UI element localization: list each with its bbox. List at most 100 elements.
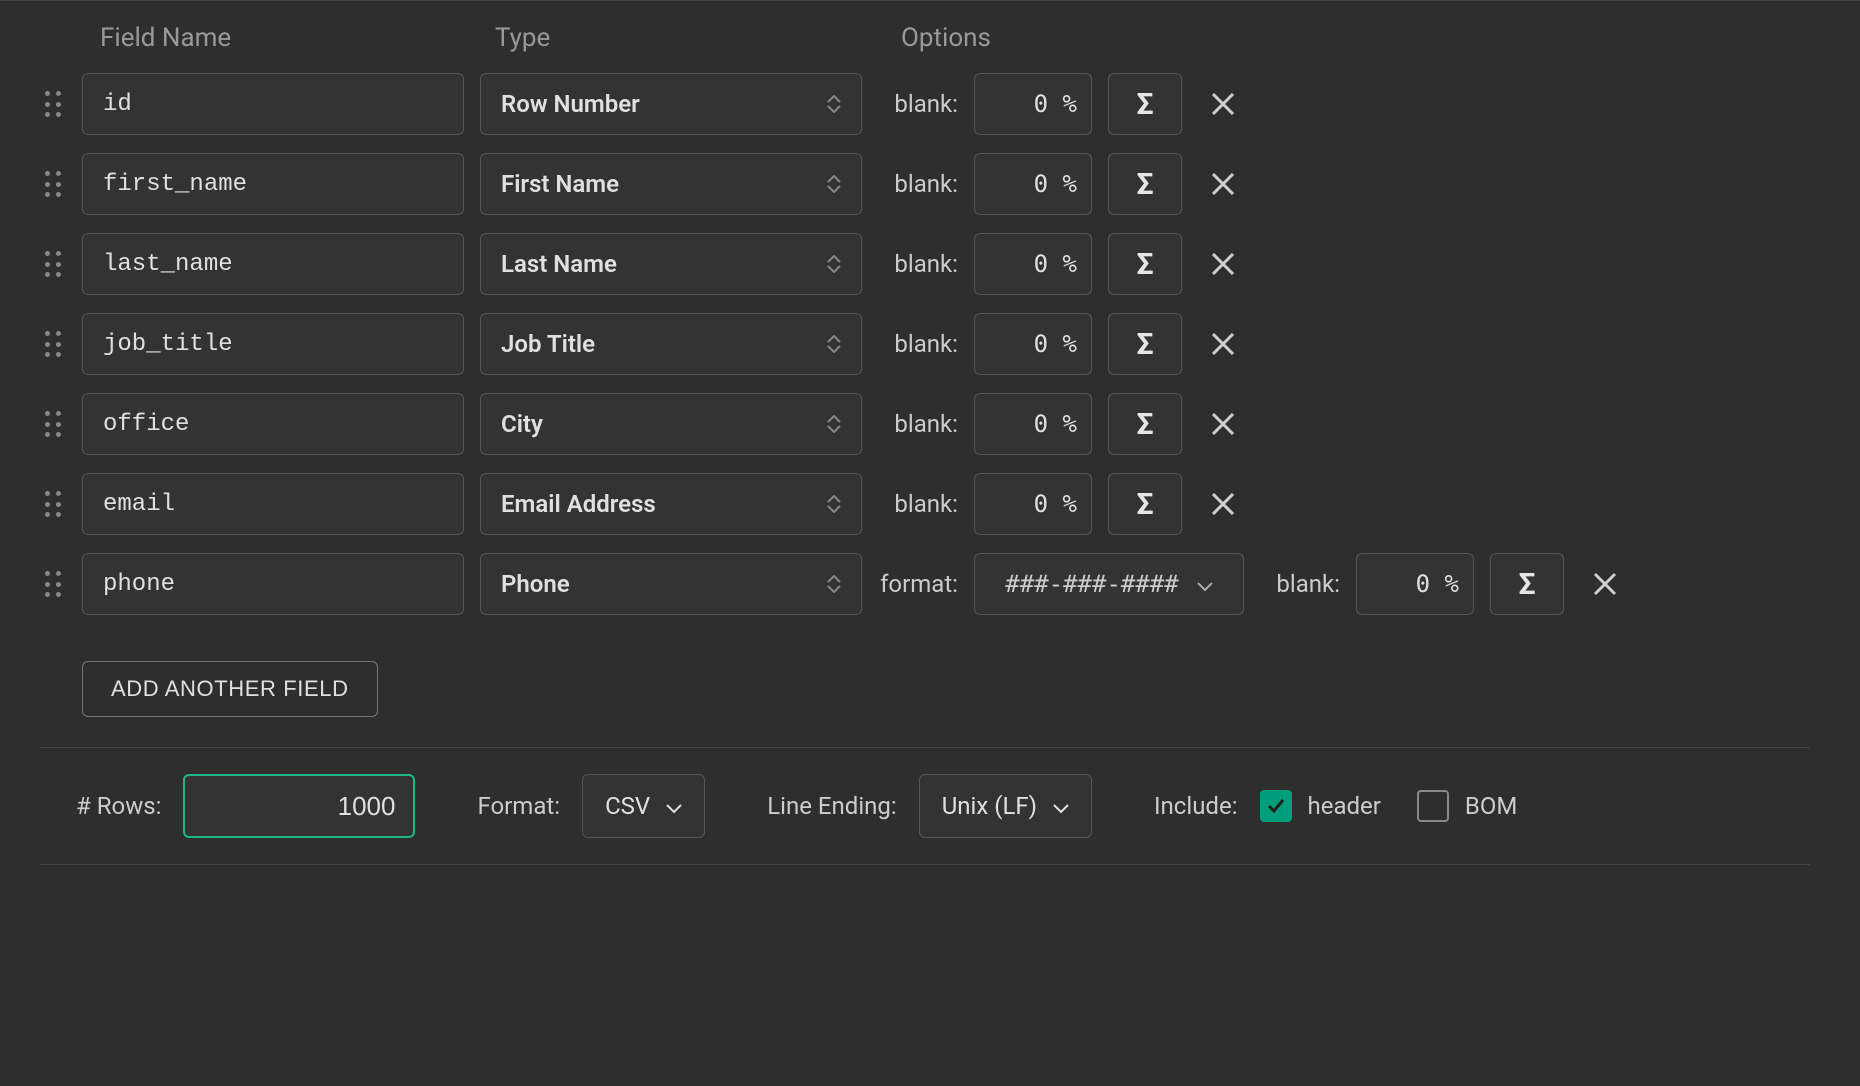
field-type-select[interactable]: Job Title xyxy=(480,313,862,375)
header-checkbox-label: header xyxy=(1308,792,1381,820)
bom-checkbox[interactable] xyxy=(1417,790,1449,822)
drag-handle-icon[interactable] xyxy=(40,569,66,599)
field-type-select[interactable]: City xyxy=(480,393,862,455)
header-options: Options xyxy=(877,23,991,53)
line-ending-value: Unix (LF) xyxy=(942,792,1037,820)
caret-down-icon xyxy=(1053,792,1069,820)
updown-icon xyxy=(827,575,841,593)
format-label: Format: xyxy=(477,792,560,820)
field-type-select[interactable]: First Name xyxy=(480,153,862,215)
format-option-label: format: xyxy=(878,570,958,598)
drag-handle-icon[interactable] xyxy=(40,89,66,119)
sigma-button[interactable]: Σ xyxy=(1108,473,1182,535)
blank-percent-input[interactable] xyxy=(974,233,1092,295)
export-options: # Rows: Format: CSV Line Ending: Unix (L… xyxy=(40,748,1810,865)
caret-down-icon xyxy=(1197,570,1213,598)
blank-option-label: blank: xyxy=(878,330,958,358)
updown-icon xyxy=(827,95,841,113)
delete-field-button[interactable] xyxy=(1198,239,1248,289)
field-options: blank: Σ xyxy=(878,73,1248,135)
delete-field-button[interactable] xyxy=(1198,159,1248,209)
field-name-input[interactable] xyxy=(82,553,464,615)
sigma-button[interactable]: Σ xyxy=(1108,393,1182,455)
delete-field-button[interactable] xyxy=(1580,559,1630,609)
field-type-value: Last Name xyxy=(501,250,617,278)
blank-percent-input[interactable] xyxy=(1356,553,1474,615)
field-type-select[interactable]: Last Name xyxy=(480,233,862,295)
delete-field-button[interactable] xyxy=(1198,79,1248,129)
field-type-value: Email Address xyxy=(501,490,656,518)
field-options: blank: Σ xyxy=(878,473,1248,535)
field-row: Last Name blank: Σ xyxy=(40,233,1810,295)
drag-handle-icon[interactable] xyxy=(40,329,66,359)
sigma-button[interactable]: Σ xyxy=(1108,153,1182,215)
field-type-select[interactable]: Phone xyxy=(480,553,862,615)
field-name-input[interactable] xyxy=(82,73,464,135)
field-options: blank: Σ xyxy=(878,313,1248,375)
updown-icon xyxy=(827,335,841,353)
drag-handle-icon[interactable] xyxy=(40,169,66,199)
blank-percent-input[interactable] xyxy=(974,73,1092,135)
drag-handle-icon[interactable] xyxy=(40,249,66,279)
add-field-button[interactable]: ADD ANOTHER FIELD xyxy=(82,661,378,717)
updown-icon xyxy=(827,495,841,513)
drag-handle-icon[interactable] xyxy=(40,409,66,439)
field-type-select[interactable]: Row Number xyxy=(480,73,862,135)
include-label: Include: xyxy=(1154,792,1237,820)
field-rows: Row Number blank: Σ First Name blank: Σ xyxy=(40,73,1810,615)
field-type-value: Job Title xyxy=(501,330,595,358)
caret-down-icon xyxy=(666,792,682,820)
updown-icon xyxy=(827,415,841,433)
schema-builder: Field Name Type Options Row Number blank… xyxy=(0,0,1860,865)
field-options: blank: Σ xyxy=(878,153,1248,215)
field-type-value: First Name xyxy=(501,170,619,198)
blank-percent-input[interactable] xyxy=(974,153,1092,215)
blank-option-label: blank: xyxy=(1260,570,1340,598)
updown-icon xyxy=(827,255,841,273)
blank-option-label: blank: xyxy=(878,490,958,518)
delete-field-button[interactable] xyxy=(1198,319,1248,369)
field-name-input[interactable] xyxy=(82,393,464,455)
blank-percent-input[interactable] xyxy=(974,473,1092,535)
field-options: format: ###-###-#### blank: Σ xyxy=(878,553,1630,615)
sigma-button[interactable]: Σ xyxy=(1108,73,1182,135)
field-row: Email Address blank: Σ xyxy=(40,473,1810,535)
field-name-input[interactable] xyxy=(82,233,464,295)
blank-option-label: blank: xyxy=(878,170,958,198)
field-row: First Name blank: Σ xyxy=(40,153,1810,215)
field-row: Row Number blank: Σ xyxy=(40,73,1810,135)
drag-handle-icon[interactable] xyxy=(40,489,66,519)
field-options: blank: Σ xyxy=(878,393,1248,455)
field-type-select[interactable]: Email Address xyxy=(480,473,862,535)
blank-percent-input[interactable] xyxy=(974,393,1092,455)
field-row: Phone format: ###-###-#### blank: Σ xyxy=(40,553,1810,615)
blank-option-label: blank: xyxy=(878,410,958,438)
delete-field-button[interactable] xyxy=(1198,399,1248,449)
column-headers: Field Name Type Options xyxy=(40,11,1810,73)
line-ending-label: Line Ending: xyxy=(767,792,897,820)
format-value: CSV xyxy=(605,792,650,820)
blank-option-label: blank: xyxy=(878,250,958,278)
delete-field-button[interactable] xyxy=(1198,479,1248,529)
updown-icon xyxy=(827,175,841,193)
field-name-input[interactable] xyxy=(82,313,464,375)
field-type-value: City xyxy=(501,410,543,438)
field-name-input[interactable] xyxy=(82,153,464,215)
field-type-value: Phone xyxy=(501,570,570,598)
format-select[interactable]: CSV xyxy=(582,774,705,838)
field-type-value: Row Number xyxy=(501,90,640,118)
phone-format-select[interactable]: ###-###-#### xyxy=(974,553,1244,615)
header-type: Type xyxy=(477,23,877,53)
sigma-button[interactable]: Σ xyxy=(1108,233,1182,295)
field-name-input[interactable] xyxy=(82,473,464,535)
rows-label: # Rows: xyxy=(76,792,161,820)
sigma-button[interactable]: Σ xyxy=(1108,313,1182,375)
rows-input[interactable] xyxy=(183,774,415,838)
sigma-button[interactable]: Σ xyxy=(1490,553,1564,615)
field-row: Job Title blank: Σ xyxy=(40,313,1810,375)
bom-checkbox-label: BOM xyxy=(1465,792,1517,820)
blank-percent-input[interactable] xyxy=(974,313,1092,375)
phone-format-value: ###-###-#### xyxy=(1005,570,1178,598)
line-ending-select[interactable]: Unix (LF) xyxy=(919,774,1092,838)
header-checkbox[interactable] xyxy=(1260,790,1292,822)
